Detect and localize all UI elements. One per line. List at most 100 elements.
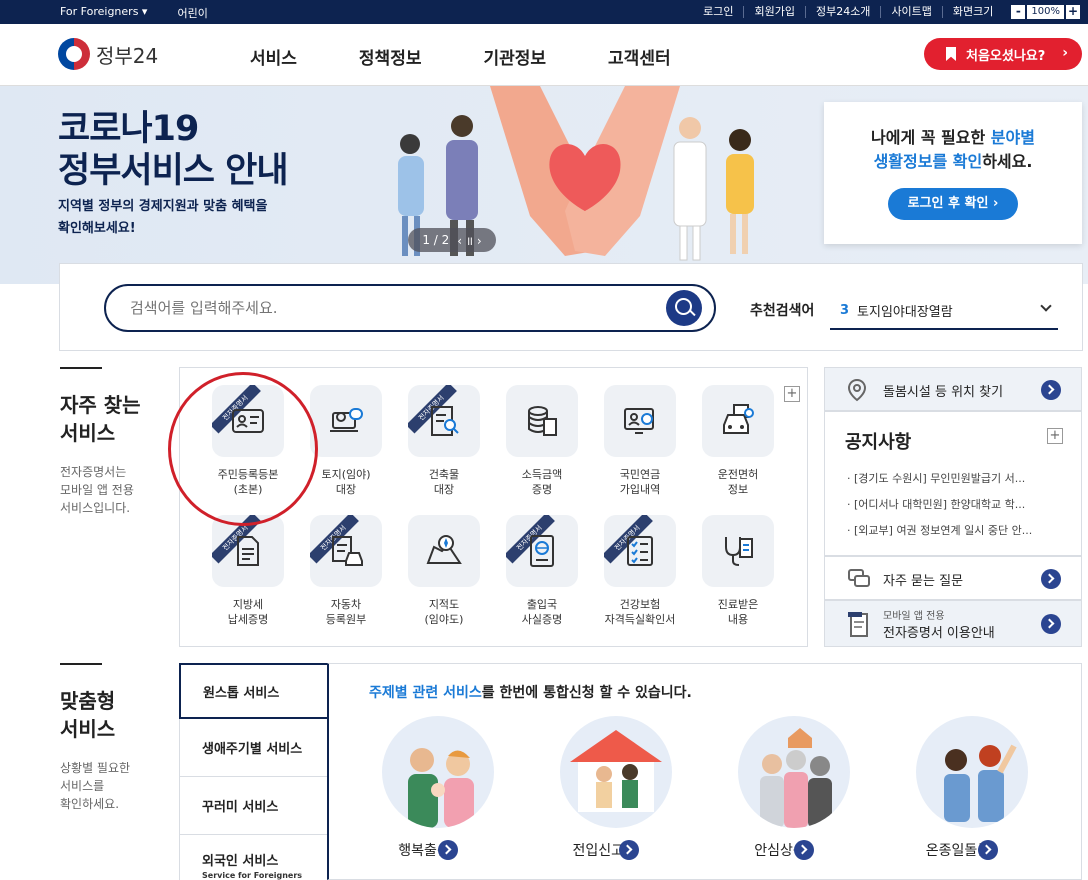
vehicle-register-icon <box>332 536 363 566</box>
service-label-l1: 출입국 <box>526 598 558 611</box>
mobile-cert-small: 모바일 앱 전용 <box>883 610 945 622</box>
custom-desc-line1: 상황별 필요한 <box>60 761 131 775</box>
zoom-out-button[interactable]: - <box>1011 5 1026 19</box>
nav-policy[interactable]: 정책정보 <box>359 44 422 69</box>
tab-package[interactable]: 꾸러미 서비스 <box>179 777 328 835</box>
service-building-register[interactable]: 전자증명서 건축물 대장 <box>399 385 489 497</box>
go-arrow-icon[interactable] <box>1041 613 1061 634</box>
first-visit-label: 처음오셨나요? <box>966 48 1046 64</box>
service-label-l2: 자격득실확인서 <box>604 613 676 626</box>
go-arrow-icon[interactable] <box>978 840 999 860</box>
tab-foreigner[interactable]: 외국인 서비스 Service for Foreigners <box>179 835 328 880</box>
chevron-down-icon[interactable] <box>1040 300 1052 312</box>
children-illustration-icon <box>916 716 1028 828</box>
onestop-headline-highlight: 주제별 관련 서비스 <box>369 685 482 701</box>
service-income-certificate[interactable]: 소득금액 증명 <box>497 385 587 497</box>
pager-controls[interactable]: ‹ ॥ › <box>457 232 481 249</box>
recommended-dropdown[interactable]: 3 토지임야대장열람 <box>830 292 1058 330</box>
custom-desc-line2: 서비스를 <box>60 779 105 793</box>
tab-onestop[interactable]: 원스톱 서비스 <box>179 663 328 719</box>
notice-item-text: [경기도 수원시] 무인민원발급기 서... <box>854 472 1026 485</box>
faq-row: 자주 묻는 질문 <box>825 557 1081 601</box>
onestop-label-row: 안심상속 <box>729 840 859 860</box>
divider <box>60 367 102 369</box>
care-facility-row: 돌봄시설 등 위치 찾기 <box>825 368 1081 412</box>
service-label-l1: 지방세 <box>232 598 264 611</box>
service-health-insurance[interactable]: 전자증명서 건강보험 자격득실확인서 <box>595 515 685 627</box>
frequent-more-button[interactable]: + <box>784 386 800 402</box>
custom-desc: 상황별 필요한 서비스를 확인하세요. <box>60 759 130 813</box>
nav-agency[interactable]: 기관정보 <box>483 44 546 69</box>
go-arrow-icon[interactable] <box>1041 569 1061 589</box>
custom-desc-line3: 확인하세요. <box>60 797 120 811</box>
service-label: 운전면허 정보 <box>693 467 783 497</box>
custom-title-line2: 서비스 <box>60 717 116 741</box>
banner-illustration <box>398 86 754 261</box>
recommended-term[interactable]: 토지임야대장열람 <box>857 301 953 320</box>
service-label-l2: (임야도) <box>424 613 464 626</box>
tab-lifecycle[interactable]: 생애주기별 서비스 <box>179 719 328 777</box>
zoom-in-button[interactable]: + <box>1066 5 1080 19</box>
service-immigration-certificate[interactable]: 전자증명서 출입국 사실증명 <box>497 515 587 627</box>
freq-title-line2: 서비스 <box>60 421 116 445</box>
onestop-move-in-report[interactable]: 전입신고⁺ <box>551 716 681 860</box>
service-label-l2: 증명 <box>531 483 553 496</box>
freq-desc-line3: 서비스입니다. <box>60 501 131 515</box>
main-nav: 서비스 정책정보 기관정보 고객센터 <box>250 44 671 69</box>
nav-services[interactable]: 서비스 <box>250 44 297 69</box>
freq-desc-line1: 전자증명서는 <box>60 465 127 479</box>
sitemap-link[interactable]: 사이트맵 <box>880 6 941 18</box>
onestop-happy-birth[interactable]: 행복출산 <box>373 716 503 860</box>
search-icon[interactable] <box>666 290 702 326</box>
service-label-l1: 진료받은 <box>717 598 759 611</box>
first-visit-button[interactable]: 처음오셨나요? › <box>924 38 1082 70</box>
service-cadastral-map[interactable]: 지적도 (임야도) <box>399 515 489 627</box>
notice-item[interactable]: · [외교부] 여권 정보연계 일시 중단 안... <box>847 518 1067 544</box>
service-label: 국민연금 가입내역 <box>595 467 685 497</box>
faq-link[interactable]: 자주 묻는 질문 <box>824 556 1082 600</box>
care-facility-finder[interactable]: 돌봄시설 등 위치 찾기 <box>824 367 1082 411</box>
kids-link[interactable]: 어린이 <box>177 5 207 21</box>
banner-pager[interactable]: 1 / 2 ‹ ॥ › <box>408 228 496 252</box>
notice-box: 공지사항 + · [경기도 수원시] 무인민원발급기 서... · [어디서나 … <box>824 411 1082 556</box>
service-label-l1: 운전면허 <box>717 468 759 481</box>
onestop-label-row: 온종일돌봄 <box>907 840 1037 860</box>
service-driver-license[interactable]: 운전면허 정보 <box>693 385 783 497</box>
family-illustration <box>408 748 474 828</box>
checklist-icon-tile: 전자증명서 <box>604 515 676 587</box>
stethoscope-icon-tile <box>702 515 774 587</box>
go-arrow-icon[interactable] <box>437 840 458 860</box>
search-area: 추천검색어 3 토지임야대장열람 <box>59 263 1083 351</box>
frequent-desc: 전자증명서는 모바일 앱 전용 서비스입니다. <box>60 463 141 517</box>
notice-item[interactable]: · [경기도 수원시] 무인민원발급기 서... <box>847 466 1067 492</box>
login-link[interactable]: 로그인 <box>693 6 743 18</box>
nav-customer[interactable]: 고객센터 <box>608 44 671 69</box>
service-vehicle-register[interactable]: 전자증명서 자동차 등록원부 <box>301 515 391 627</box>
service-local-tax-certificate[interactable]: 전자증명서 지방세 납세증명 <box>203 515 293 627</box>
about-link[interactable]: 정부24소개 <box>804 6 880 18</box>
children-illustration <box>944 744 1017 822</box>
service-national-pension[interactable]: 국민연금 가입내역 <box>595 385 685 497</box>
top-utility-bar: For Foreigners ▾ 어린이 로그인 회원가입 정부24소개 사이트… <box>0 0 1088 24</box>
notice-list: · [경기도 수원시] 무인민원발급기 서... · [어디서나 대학민원] 한… <box>825 454 1081 544</box>
mobile-cert-guide[interactable]: 모바일 앱 전용 전자증명서 이용안내 <box>824 600 1082 647</box>
custom-title-line1: 맞춤형 <box>60 689 116 713</box>
service-medical-records[interactable]: 진료받은 내용 <box>693 515 783 627</box>
go-arrow-icon[interactable] <box>619 840 640 860</box>
service-label-l1: 자동차 <box>330 598 362 611</box>
go-arrow-icon[interactable] <box>1041 380 1061 400</box>
notice-more-button[interactable]: + <box>1047 428 1063 444</box>
site-logo[interactable]: 정부24 <box>58 38 158 70</box>
search-input[interactable] <box>104 284 716 332</box>
onestop-all-day-care[interactable]: 온종일돌봄 <box>907 716 1037 860</box>
mobile-certificate-icon <box>848 611 868 637</box>
go-arrow-icon[interactable] <box>793 840 814 860</box>
login-check-button[interactable]: 로그인 후 확인 › <box>888 188 1018 220</box>
chat-bubble-icon <box>848 569 870 587</box>
signup-link[interactable]: 회원가입 <box>743 6 804 18</box>
lifestyle-info-card: 나에게 꼭 필요한 분야별 생활정보를 확인하세요. 로그인 후 확인 › <box>824 102 1082 244</box>
elder-family-illustration-icon <box>738 716 850 828</box>
for-foreigners-link[interactable]: For Foreigners ▾ <box>60 5 147 21</box>
onestop-safe-inheritance[interactable]: 안심상속 <box>729 716 859 860</box>
notice-item[interactable]: · [어디서나 대학민원] 한양대학교 학... <box>847 492 1067 518</box>
